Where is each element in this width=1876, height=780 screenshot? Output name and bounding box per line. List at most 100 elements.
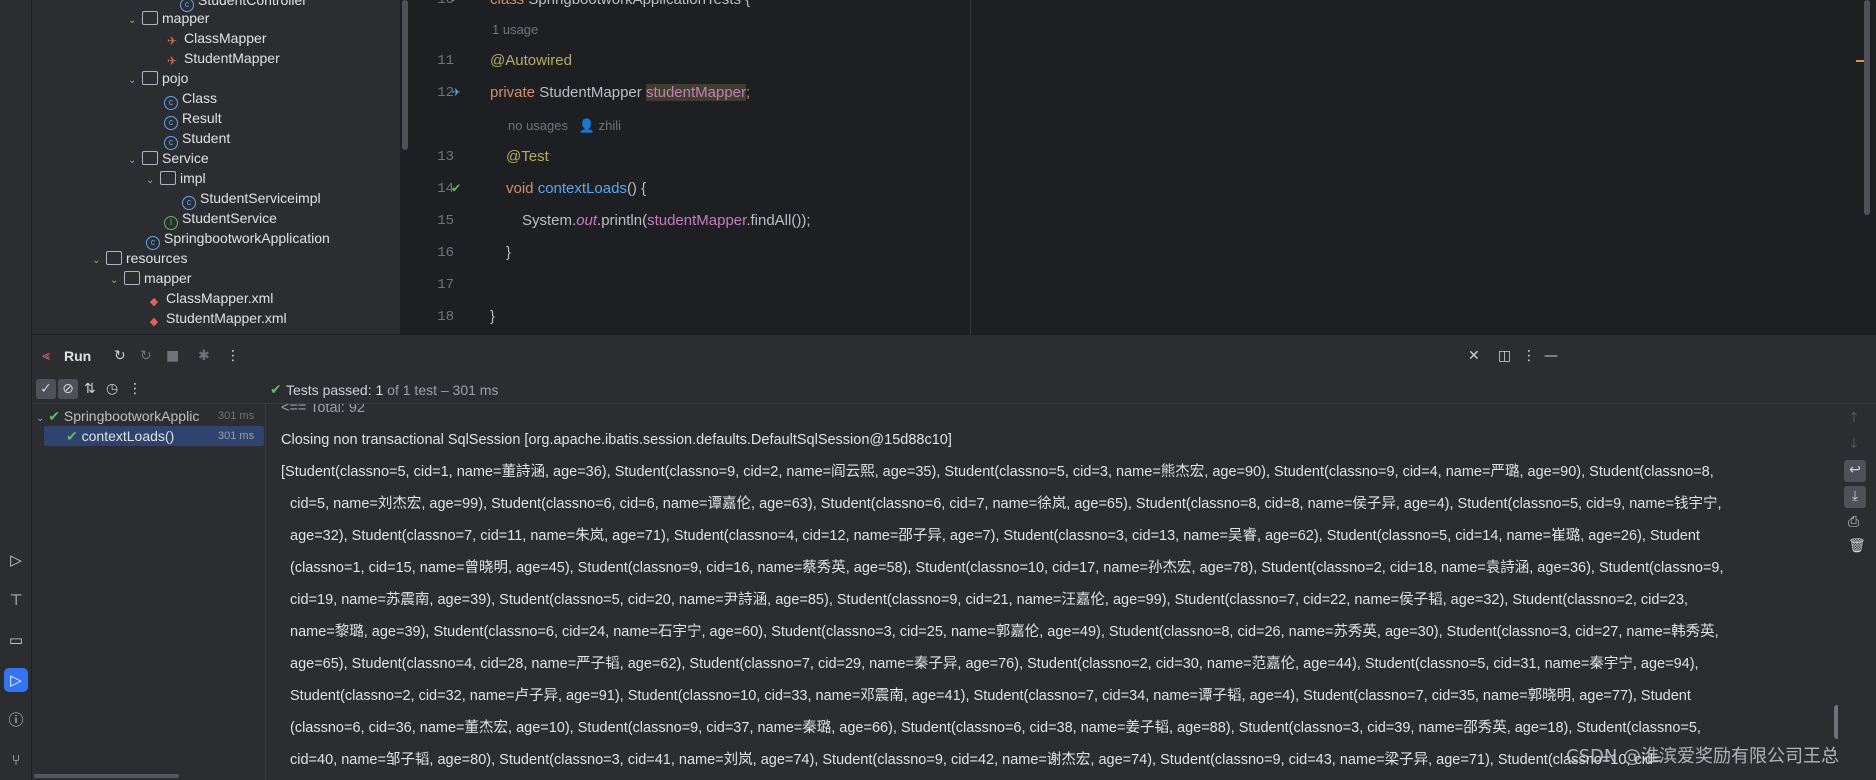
- rerun-failed-icon[interactable]: ↻: [140, 346, 152, 366]
- mybatis-gutter-icon[interactable]: ✈: [452, 84, 460, 101]
- console-line: cid=19, name=苏震南, age=39), Student(class…: [290, 592, 1689, 608]
- console-output[interactable]: <== Total: 92 Closing non transactional …: [266, 404, 1838, 780]
- rerun-icon[interactable]: ↻: [114, 346, 126, 366]
- tree-item[interactable]: ◆ StudentMapper.xml: [146, 308, 287, 328]
- print-icon[interactable]: ⎙: [1848, 512, 1859, 532]
- close-icon[interactable]: ✕: [1468, 346, 1480, 366]
- chevron-down-icon[interactable]: ⌄: [110, 271, 124, 291]
- test-suite-row[interactable]: ⌄ ✔ SpringbootworkApplic 301 ms: [36, 406, 264, 426]
- more-options-icon[interactable]: ⋮: [226, 346, 240, 366]
- code-line: System.out.println(studentMapper.findAll…: [522, 212, 811, 229]
- chevron-down-icon[interactable]: ⌄: [128, 151, 142, 171]
- test-runner-toolbar: ✓ ⊘ ⇅ ◷ ⋮ ✔ Tests passed: 1 of 1 test – …: [32, 376, 1876, 404]
- horizontal-scrollbar[interactable]: [34, 774, 179, 778]
- stop-icon[interactable]: ■: [166, 346, 179, 366]
- tree-item[interactable]: ⌄ pojo: [128, 68, 188, 88]
- console-line: (classno=1, cid=15, name=曾晓明, age=45), S…: [290, 560, 1724, 576]
- tree-item[interactable]: ⌄ mapper: [110, 268, 191, 288]
- more-options-icon[interactable]: ⋮: [128, 379, 142, 399]
- tree-item[interactable]: c StudentServiceimpl: [182, 188, 321, 210]
- show-ignored-icon[interactable]: ⊘: [58, 379, 78, 399]
- mybatis-icon: ✈: [166, 34, 178, 48]
- options-icon[interactable]: ⋮: [1522, 346, 1536, 366]
- git-icon[interactable]: ⑂: [4, 748, 28, 772]
- tree-item[interactable]: ✈ StudentMapper: [164, 48, 280, 68]
- run-tool-window-header: ⫷ Run ↻ ↻ ■ ✱ ⋮ ✕ ◫ ⋮ —: [32, 334, 1876, 376]
- chevron-down-icon[interactable]: ⌄: [92, 251, 106, 271]
- terminal-icon[interactable]: ▭: [4, 628, 28, 652]
- folder-icon: [142, 151, 158, 165]
- line-number: 17: [437, 277, 454, 293]
- code-line: class SpringbootworkApplicationTests {: [490, 0, 750, 11]
- code-editor[interactable]: class SpringbootworkApplicationTests { 1…: [478, 0, 970, 334]
- show-passed-icon[interactable]: ✓: [36, 379, 56, 399]
- tree-item[interactable]: I StudentService: [164, 208, 277, 230]
- sort-icon[interactable]: ⇅: [84, 379, 96, 399]
- code-line: @Test: [506, 148, 549, 165]
- console-line: (classno=6, cid=36, name=董杰宏, age=10), S…: [290, 720, 1701, 736]
- layout-icon[interactable]: ◫: [1498, 346, 1511, 366]
- chevron-down-icon[interactable]: ⌄: [36, 413, 44, 424]
- project-tree: c StudentController ⌄ mapper ✈ ClassMapper …: [32, 0, 400, 334]
- services-icon[interactable]: ▷: [4, 548, 28, 572]
- line-number: 11: [437, 53, 454, 69]
- run-icon[interactable]: ▷: [4, 668, 28, 692]
- tree-item[interactable]: c SpringbootworkApplication: [146, 228, 330, 250]
- method-hint[interactable]: no usages 👤 zhili: [508, 116, 621, 136]
- test-method-row[interactable]: ✔ contextLoads() 301 ms: [44, 426, 264, 446]
- code-line: }: [490, 308, 496, 325]
- tree-item[interactable]: c Result: [164, 108, 222, 130]
- scroll-to-end-icon[interactable]: ⤓: [1844, 486, 1866, 508]
- pass-check-icon: ✔: [48, 408, 61, 424]
- test-results-tree: ⌄ ✔ SpringbootworkApplic 301 ms ✔ contex…: [32, 404, 266, 780]
- console-line: Closing non transactional SqlSession [or…: [281, 432, 952, 448]
- xml-icon: ◆: [149, 296, 159, 308]
- author-icon: 👤: [578, 118, 596, 133]
- code-line: @Autowired: [490, 52, 572, 69]
- debug-icon[interactable]: ✱: [198, 346, 210, 366]
- run-gutter-icon[interactable]: ▶: [452, 0, 459, 5]
- tree-item[interactable]: ⌄ Service: [128, 148, 209, 168]
- pass-check-icon: ✔: [66, 428, 78, 444]
- clear-icon[interactable]: 🗑: [1848, 536, 1866, 556]
- console-line: [Student(classno=5, cid=1, name=董詩涵, age…: [281, 464, 1714, 480]
- test-passed-icon[interactable]: ✔: [452, 180, 460, 197]
- history-icon[interactable]: ◷: [106, 379, 118, 399]
- tree-item[interactable]: c Student: [164, 128, 230, 150]
- xml-icon: ◆: [149, 316, 159, 328]
- folder-icon: [124, 271, 140, 285]
- console-side-toolbar: ↑ ↓ ↩ ⤓ ⎙ 🗑: [1838, 404, 1876, 780]
- chevron-down-icon[interactable]: ⌄: [146, 171, 160, 191]
- folder-icon: [160, 171, 176, 185]
- console-line: name=黎璐, age=39), Student(classno=6, cid…: [290, 624, 1719, 640]
- folder-icon: [142, 11, 158, 25]
- console-line: cid=40, name=邹子韬, age=80), Student(class…: [290, 752, 1662, 768]
- scroll-down-icon[interactable]: ↓: [1848, 434, 1860, 454]
- minimize-icon[interactable]: —: [1544, 346, 1558, 366]
- chevron-down-icon[interactable]: ⌄: [128, 11, 142, 31]
- tree-item[interactable]: ✈ ClassMapper: [164, 28, 267, 48]
- build-icon[interactable]: ⊤: [4, 588, 28, 612]
- soft-wrap-icon[interactable]: ↩: [1844, 460, 1866, 482]
- problems-icon[interactable]: ⓘ: [4, 708, 28, 732]
- tree-item[interactable]: ⌄ resources: [92, 248, 187, 268]
- console-line: age=65), Student(classno=4, cid=28, name…: [290, 656, 1699, 672]
- editor-empty-area: [970, 0, 1876, 334]
- code-line: }: [506, 244, 512, 261]
- resources-folder-icon: [106, 251, 122, 265]
- scroll-up-icon[interactable]: ↑: [1848, 408, 1860, 428]
- run-tab-title[interactable]: Run: [64, 346, 91, 366]
- tree-item[interactable]: ⌄ impl: [146, 168, 206, 188]
- editor-scrollbar[interactable]: [1864, 0, 1870, 215]
- chevron-down-icon[interactable]: ⌄: [128, 71, 142, 91]
- test-status: Tests passed: 1 of 1 test – 301 ms: [286, 382, 499, 398]
- console-line: age=32), Student(classno=7, cid=11, name…: [290, 528, 1700, 544]
- usage-hint[interactable]: 1 usage: [492, 20, 538, 40]
- console-line: Student(classno=2, cid=32, name=卢子异, age…: [290, 688, 1691, 704]
- watermark: CSDN @淮滨爱奖励有限公司王总: [1566, 746, 1840, 767]
- tree-item[interactable]: ◆ ClassMapper.xml: [146, 288, 274, 308]
- line-number: 13: [437, 149, 454, 165]
- console-line: <== Total: 92: [281, 404, 365, 416]
- tree-item[interactable]: ⌄ mapper: [128, 8, 209, 28]
- tree-item[interactable]: c Class: [164, 88, 217, 110]
